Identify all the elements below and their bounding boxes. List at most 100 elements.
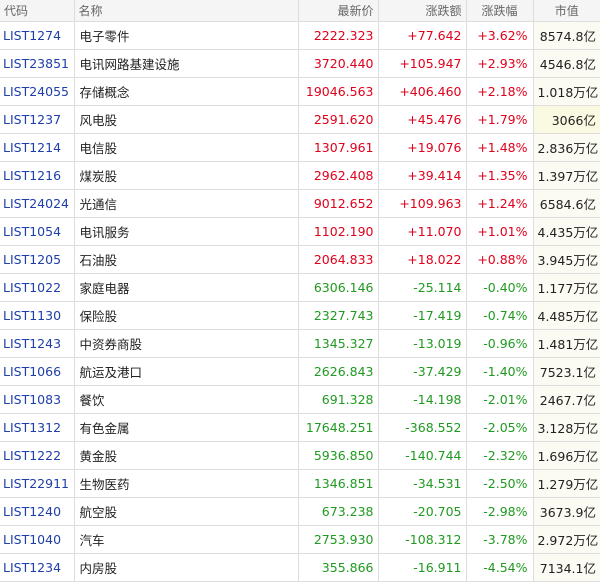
cell-market-cap: 8574.8亿: [533, 21, 600, 50]
table-row[interactable]: LIST1216 煤炭股 2962.408 +39.414 +1.35% 1.397万亿: [0, 161, 600, 190]
cell-code[interactable]: LIST24055: [0, 77, 75, 106]
cell-code[interactable]: LIST1066: [0, 357, 75, 386]
table-body: LIST1274 电子零件 2222.323 +77.642 +3.62% 8574.8亿…: [0, 21, 600, 582]
cell-change: +105.947: [378, 49, 467, 78]
cell-name[interactable]: 电信股: [74, 133, 299, 162]
cell-change-pct: +1.35%: [466, 161, 534, 190]
cell-change: -16.911: [378, 553, 467, 582]
cell-name[interactable]: 保险股: [74, 301, 299, 330]
table-row[interactable]: LIST1040 汽车 2753.930 -108.312 -3.78% 2.972万亿: [0, 525, 600, 554]
cell-name[interactable]: 生物医药: [74, 469, 299, 498]
table-header: 代码 名称 最新价 涨跌额 涨跌幅 市值: [0, 0, 600, 22]
header-name[interactable]: 名称: [74, 0, 299, 22]
cell-last-price: 1346.851: [298, 469, 379, 498]
table-row[interactable]: LIST1234 内房股 355.866 -16.911 -4.54% 7134.1亿: [0, 553, 600, 582]
cell-change: +11.070: [378, 217, 467, 246]
cell-code[interactable]: LIST22911: [0, 469, 75, 498]
table-row[interactable]: LIST1022 家庭电器 6306.146 -25.114 -0.40% 1.177万亿: [0, 273, 600, 302]
header-market-cap[interactable]: 市值: [533, 0, 600, 22]
cell-name[interactable]: 电讯服务: [74, 217, 299, 246]
cell-market-cap: 4546.8亿: [533, 49, 600, 78]
cell-change: +109.963: [378, 189, 467, 218]
header-change-pct[interactable]: 涨跌幅: [466, 0, 534, 22]
cell-change: -13.019: [378, 329, 467, 358]
cell-code[interactable]: LIST1022: [0, 273, 75, 302]
cell-change-pct: -2.50%: [466, 469, 534, 498]
cell-code[interactable]: LIST1243: [0, 329, 75, 358]
cell-change: +19.076: [378, 133, 467, 162]
cell-last-price: 17648.251: [298, 413, 379, 442]
header-change[interactable]: 涨跌额: [378, 0, 467, 22]
table-row[interactable]: LIST1240 航空股 673.238 -20.705 -2.98% 3673.9亿: [0, 497, 600, 526]
cell-name[interactable]: 餐饮: [74, 385, 299, 414]
table-row[interactable]: LIST1243 中资券商股 1345.327 -13.019 -0.96% 1.481万…: [0, 329, 600, 358]
cell-change-pct: -4.54%: [466, 553, 534, 582]
cell-code[interactable]: LIST1083: [0, 385, 75, 414]
cell-name[interactable]: 内房股: [74, 553, 299, 582]
cell-change: +18.022: [378, 245, 467, 274]
cell-change: -17.419: [378, 301, 467, 330]
table-row[interactable]: LIST1237 风电股 2591.620 +45.476 +1.79% 3066亿: [0, 105, 600, 134]
cell-market-cap: 3.128万亿: [533, 413, 600, 442]
cell-market-cap: 2.836万亿: [533, 133, 600, 162]
cell-name[interactable]: 电讯网路基建设施: [74, 49, 299, 78]
table-row[interactable]: LIST1066 航运及港口 2626.843 -37.429 -1.40% 7523.1…: [0, 357, 600, 386]
cell-name[interactable]: 电子零件: [74, 21, 299, 50]
cell-code[interactable]: LIST1205: [0, 245, 75, 274]
header-last-price[interactable]: 最新价: [298, 0, 379, 22]
cell-name[interactable]: 风电股: [74, 105, 299, 134]
cell-last-price: 2753.930: [298, 525, 379, 554]
cell-name[interactable]: 汽车: [74, 525, 299, 554]
cell-code[interactable]: LIST1216: [0, 161, 75, 190]
cell-change-pct: +2.93%: [466, 49, 534, 78]
cell-name[interactable]: 有色金属: [74, 413, 299, 442]
header-code[interactable]: 代码: [0, 0, 75, 22]
table-row[interactable]: LIST24055 存储概念 19046.563 +406.460 +2.18% 1.01…: [0, 77, 600, 106]
cell-code[interactable]: LIST1234: [0, 553, 75, 582]
cell-code[interactable]: LIST1130: [0, 301, 75, 330]
table-row[interactable]: LIST1083 餐饮 691.328 -14.198 -2.01% 2467.7亿: [0, 385, 600, 414]
cell-name[interactable]: 航空股: [74, 497, 299, 526]
cell-change-pct: -0.40%: [466, 273, 534, 302]
cell-change-pct: -0.74%: [466, 301, 534, 330]
cell-code[interactable]: LIST1240: [0, 497, 75, 526]
table-row[interactable]: LIST1205 石油股 2064.833 +18.022 +0.88% 3.945万亿: [0, 245, 600, 274]
cell-code[interactable]: LIST1274: [0, 21, 75, 50]
cell-code[interactable]: LIST1054: [0, 217, 75, 246]
cell-name[interactable]: 石油股: [74, 245, 299, 274]
cell-change: -140.744: [378, 441, 467, 470]
cell-change: -25.114: [378, 273, 467, 302]
cell-code[interactable]: LIST1040: [0, 525, 75, 554]
cell-market-cap: 1.397万亿: [533, 161, 600, 190]
cell-market-cap: 1.018万亿: [533, 77, 600, 106]
table-row[interactable]: LIST24024 光通信 9012.652 +109.963 +1.24% 6584.6…: [0, 189, 600, 218]
cell-change-pct: -2.01%: [466, 385, 534, 414]
table-row[interactable]: LIST1214 电信股 1307.961 +19.076 +1.48% 2.836万亿: [0, 133, 600, 162]
table-row[interactable]: LIST1130 保险股 2327.743 -17.419 -0.74% 4.485万亿: [0, 301, 600, 330]
cell-name[interactable]: 煤炭股: [74, 161, 299, 190]
cell-change: +77.642: [378, 21, 467, 50]
table-row[interactable]: LIST1054 电讯服务 1102.190 +11.070 +1.01% 4.435万亿: [0, 217, 600, 246]
cell-code[interactable]: LIST1222: [0, 441, 75, 470]
cell-name[interactable]: 航运及港口: [74, 357, 299, 386]
cell-name[interactable]: 光通信: [74, 189, 299, 218]
table-row[interactable]: LIST22911 生物医药 1346.851 -34.531 -2.50% 1.279万…: [0, 469, 600, 498]
table-row[interactable]: LIST1312 有色金属 17648.251 -368.552 -2.05% 3.128…: [0, 413, 600, 442]
cell-code[interactable]: LIST1237: [0, 105, 75, 134]
table-row[interactable]: LIST1222 黄金股 5936.850 -140.744 -2.32% 1.696万亿: [0, 441, 600, 470]
cell-name[interactable]: 黄金股: [74, 441, 299, 470]
cell-code[interactable]: LIST24024: [0, 189, 75, 218]
cell-code[interactable]: LIST1312: [0, 413, 75, 442]
table-row[interactable]: LIST23851 电讯网路基建设施 3720.440 +105.947 +2.93% 4…: [0, 49, 600, 78]
cell-market-cap: 2467.7亿: [533, 385, 600, 414]
cell-name[interactable]: 存储概念: [74, 77, 299, 106]
cell-market-cap: 1.177万亿: [533, 273, 600, 302]
cell-name[interactable]: 家庭电器: [74, 273, 299, 302]
cell-change-pct: +1.48%: [466, 133, 534, 162]
cell-market-cap: 7134.1亿: [533, 553, 600, 582]
cell-code[interactable]: LIST23851: [0, 49, 75, 78]
cell-name[interactable]: 中资券商股: [74, 329, 299, 358]
table-row[interactable]: LIST1274 电子零件 2222.323 +77.642 +3.62% 8574.8亿: [0, 21, 600, 50]
cell-code[interactable]: LIST1214: [0, 133, 75, 162]
cell-change: -368.552: [378, 413, 467, 442]
